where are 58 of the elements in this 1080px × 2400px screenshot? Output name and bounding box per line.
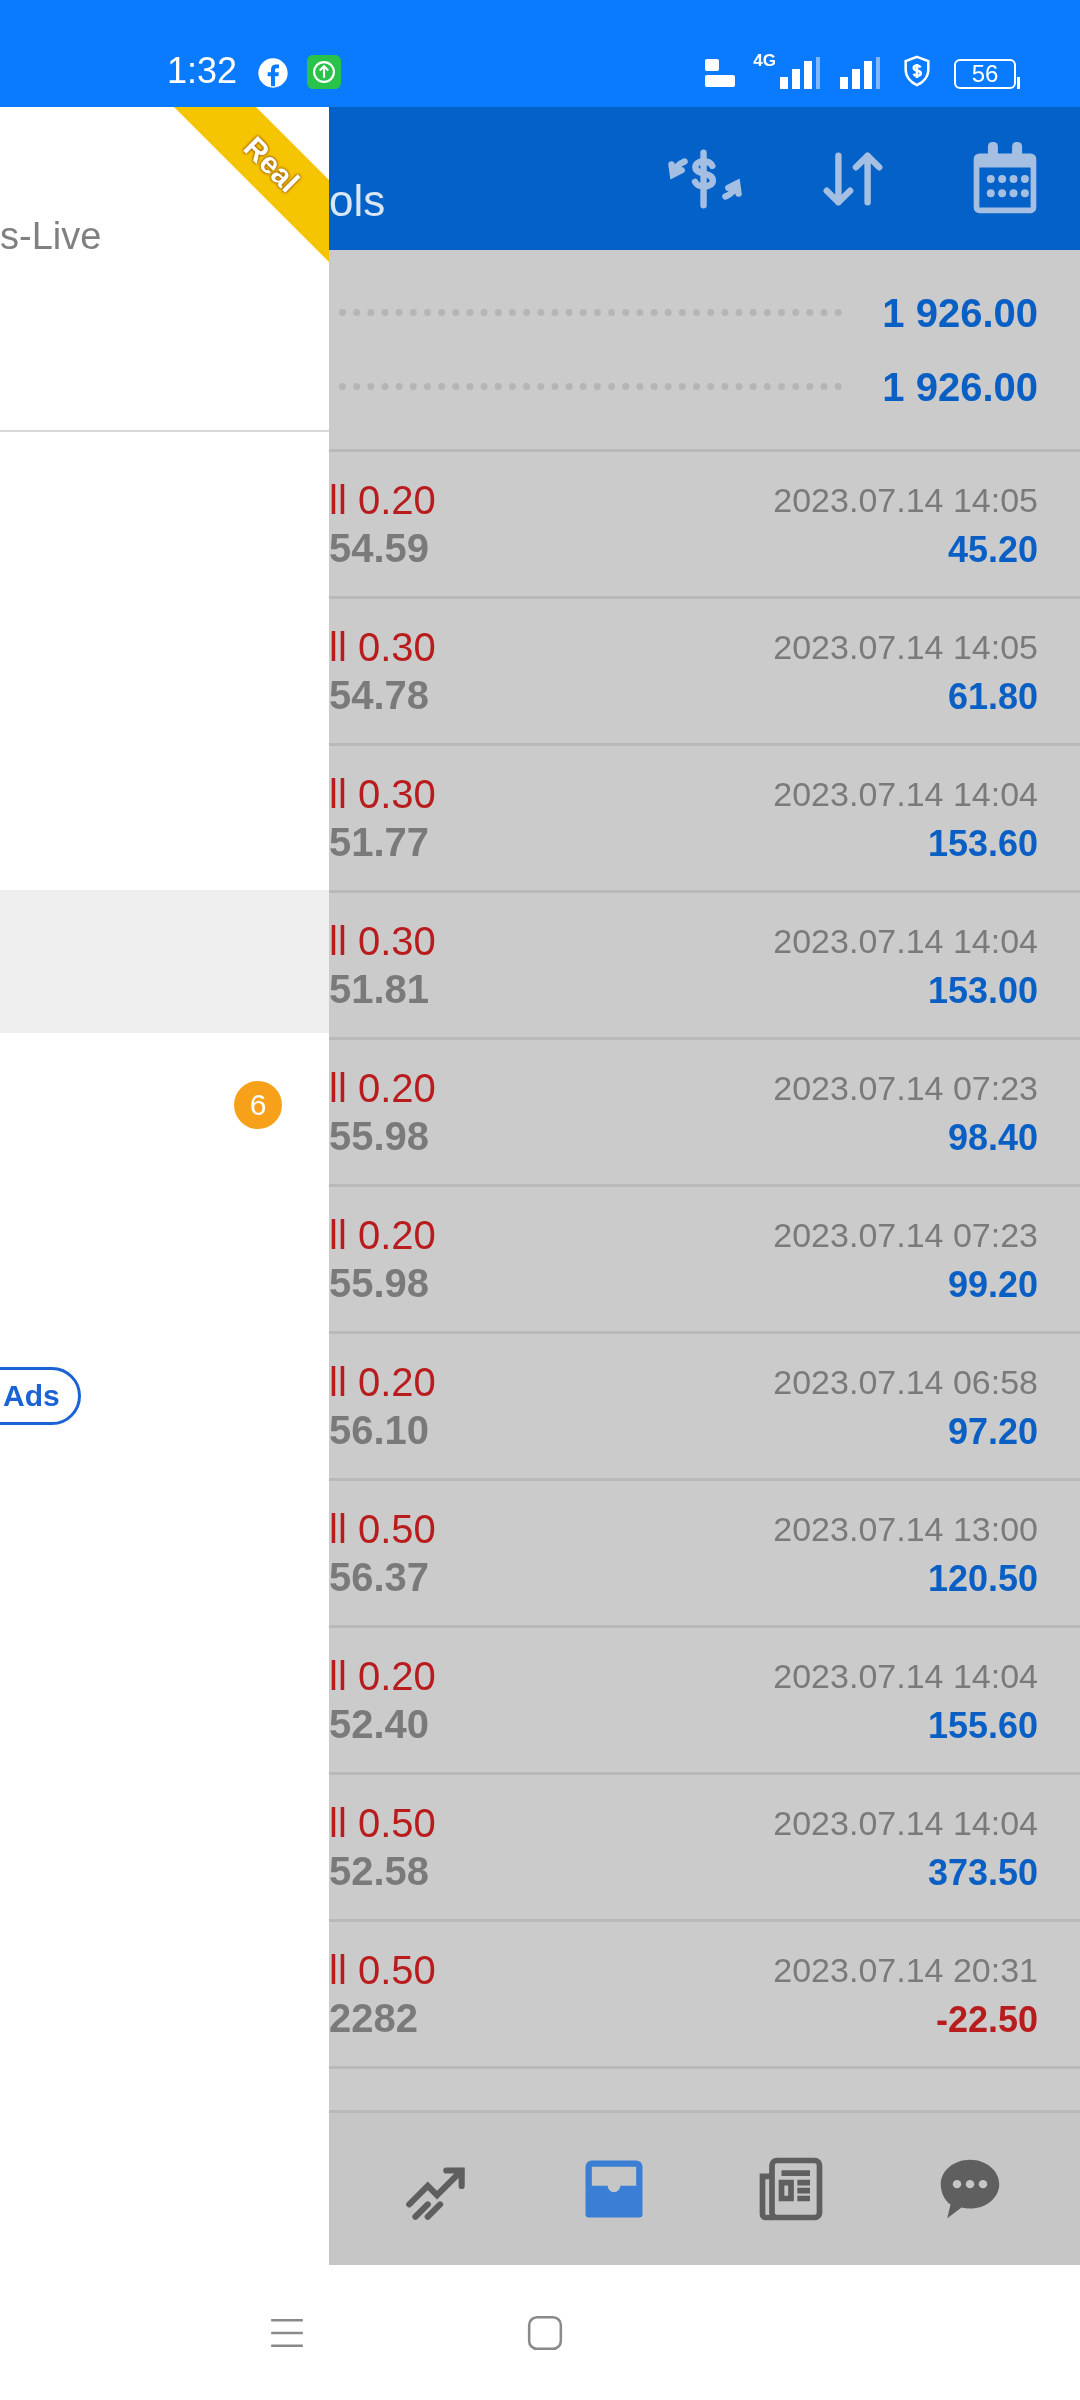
order-profit: 155.60 — [927, 1704, 1038, 1748]
order-type: ll 0.20 — [329, 477, 436, 524]
order-profit: 153.00 — [927, 969, 1038, 1013]
order-type: ll 0.20 — [329, 1653, 436, 1700]
toolbar-title: ols — [329, 179, 386, 223]
order-price: 54.78 — [329, 672, 431, 719]
order-time: 2023.07.14 14:05 — [773, 480, 1038, 521]
home-square-icon[interactable] — [526, 2313, 564, 2352]
signal-icon — [838, 57, 882, 89]
battery-indicator: 56 — [954, 59, 1016, 89]
balance-value: 1 926.00 — [882, 292, 1038, 333]
order-type: ll 0.30 — [329, 771, 436, 818]
order-price: 52.58 — [329, 1848, 431, 1895]
order-profit: 99.20 — [947, 1263, 1038, 1307]
signal-icon — [778, 57, 822, 89]
order-time: 2023.07.14 14:05 — [773, 627, 1038, 668]
order-profit: 97.20 — [947, 1410, 1038, 1454]
ads-button[interactable]: Ads — [0, 1367, 81, 1425]
order-price: 56.37 — [329, 1554, 431, 1601]
order-time: 2023.07.14 14:04 — [773, 1656, 1038, 1697]
notification-badge: 6 — [234, 1080, 282, 1129]
balance-value: 1 926.00 — [882, 366, 1038, 407]
order-type: ll 0.50 — [329, 1947, 436, 1994]
order-price: 54.59 — [329, 525, 431, 572]
order-type: ll 0.30 — [329, 624, 436, 671]
order-time: 2023.07.14 07:23 — [773, 1068, 1038, 1109]
circle-f-icon — [257, 57, 290, 89]
order-profit: 45.20 — [947, 528, 1038, 572]
order-profit: 153.60 — [927, 822, 1038, 866]
order-type: ll 0.20 — [329, 1359, 436, 1406]
upload-app-icon — [307, 55, 342, 89]
order-time: 2023.07.14 20:31 — [773, 1950, 1038, 1991]
network-type: 4G — [753, 52, 776, 69]
order-price: 51.77 — [329, 819, 431, 866]
order-type: ll 0.30 — [329, 918, 436, 965]
order-price: 51.81 — [329, 966, 431, 1013]
order-type: ll 0.20 — [329, 1212, 436, 1259]
order-price: 2282 — [329, 1995, 419, 2042]
order-price: 55.98 — [329, 1260, 431, 1307]
order-profit: 98.40 — [947, 1116, 1038, 1160]
order-time: 2023.07.14 14:04 — [773, 1803, 1038, 1844]
clock: 1:32 — [167, 53, 238, 89]
order-time: 2023.07.14 07:23 — [773, 1215, 1038, 1256]
order-type: ll 0.20 — [329, 1065, 436, 1112]
order-price: 56.10 — [329, 1407, 431, 1454]
account-name: s-Live — [0, 217, 103, 255]
order-type: ll 0.50 — [329, 1506, 436, 1553]
order-time: 2023.07.14 14:04 — [773, 774, 1038, 815]
order-time: 2023.07.14 06:58 — [773, 1362, 1038, 1403]
order-profit: 61.80 — [947, 675, 1038, 719]
order-type: ll 0.50 — [329, 1800, 436, 1847]
order-profit: 120.50 — [927, 1557, 1038, 1601]
order-price: 55.98 — [329, 1113, 431, 1160]
order-price: 52.40 — [329, 1701, 431, 1748]
order-time: 2023.07.14 13:00 — [773, 1509, 1038, 1550]
order-profit: 373.50 — [927, 1851, 1038, 1895]
order-time: 2023.07.14 14:04 — [773, 921, 1038, 962]
order-profit: -22.50 — [935, 1998, 1038, 2042]
